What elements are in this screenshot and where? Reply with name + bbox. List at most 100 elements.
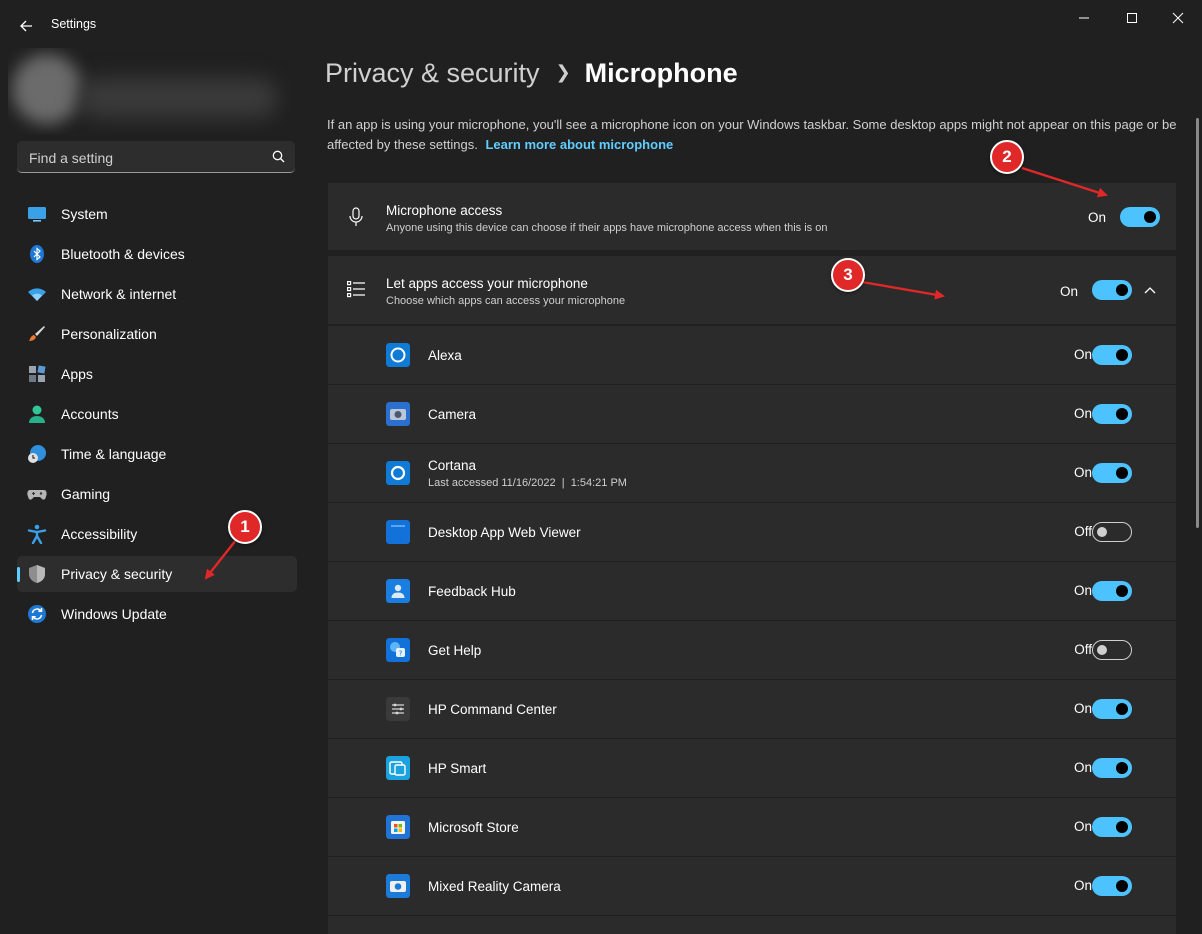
minimize-button[interactable] <box>1072 8 1096 28</box>
feedback-hub-toggle[interactable] <box>1092 581 1132 601</box>
feedback-hub-icon <box>386 579 410 603</box>
page-title: Microphone <box>584 58 738 88</box>
get-help-toggle[interactable] <box>1092 640 1132 660</box>
app-name: Feedback Hub <box>428 584 516 599</box>
let-apps-state: On <box>1059 284 1078 299</box>
alexa-icon <box>386 343 410 367</box>
search-icon[interactable] <box>272 150 285 163</box>
app-state: On <box>1073 347 1092 362</box>
scrollbar-thumb[interactable] <box>1196 118 1199 528</box>
cortana-icon <box>386 461 410 485</box>
monitor-icon <box>28 207 46 222</box>
app-name: Mixed Reality Camera <box>428 879 561 894</box>
sidebar-item-label: Personalization <box>61 326 157 342</box>
microsoft-store-toggle[interactable] <box>1092 817 1132 837</box>
chevron-up-icon[interactable] <box>1144 286 1156 294</box>
app-row-camera: Camera On <box>328 385 1176 443</box>
list-icon <box>347 281 365 298</box>
update-icon <box>28 605 46 623</box>
user-profile[interactable] <box>8 48 290 134</box>
app-row-cortana: Cortana Last accessed 11/16/2022 | 1:54:… <box>328 444 1176 502</box>
microphone-access-state: On <box>1087 210 1106 225</box>
app-row-desktop-app-web-viewer: Desktop App Web Viewer Off <box>328 503 1176 561</box>
desktop-app-web-viewer-toggle[interactable] <box>1092 522 1132 542</box>
store-icon <box>386 815 410 839</box>
wifi-icon <box>28 288 46 301</box>
sidebar-item-time-language[interactable]: Time & language <box>17 436 297 472</box>
app-title: Settings <box>51 17 97 31</box>
sidebar-item-accounts[interactable]: Accounts <box>17 396 297 432</box>
app-state: On <box>1073 583 1092 598</box>
search-box[interactable] <box>17 141 295 174</box>
title-bar: Settings <box>0 0 1202 50</box>
let-apps-toggle[interactable] <box>1092 280 1132 300</box>
sidebar-item-gaming[interactable]: Gaming <box>17 476 297 512</box>
app-name: Desktop App Web Viewer <box>428 525 581 540</box>
sidebar-item-label: Privacy & security <box>61 566 173 582</box>
app-name: Get Help <box>428 643 482 658</box>
accessibility-icon <box>27 524 47 544</box>
annotation-badge-1: 1 <box>228 510 262 544</box>
back-button[interactable] <box>14 14 38 38</box>
hp-smart-icon <box>386 756 410 780</box>
sidebar-item-label: System <box>61 206 108 222</box>
hp-command-center-toggle[interactable] <box>1092 699 1132 719</box>
microphone-access-subtitle: Anyone using this device can choose if t… <box>386 222 828 234</box>
app-name: HP Smart <box>428 761 487 776</box>
app-row-microsoft-store: Microsoft Store On <box>328 798 1176 856</box>
alexa-toggle[interactable] <box>1092 345 1132 365</box>
hp-smart-toggle[interactable] <box>1092 758 1132 778</box>
microphone-access-title: Microphone access <box>386 203 503 218</box>
app-row-hp-smart: HP Smart On <box>328 739 1176 797</box>
app-state: On <box>1073 878 1092 893</box>
app-state: On <box>1073 406 1092 421</box>
close-button[interactable] <box>1166 8 1190 28</box>
app-state: On <box>1073 819 1092 834</box>
app-state: Off <box>1074 524 1092 539</box>
microphone-access-card: Microphone access Anyone using this devi… <box>328 183 1176 250</box>
minimize-icon <box>1079 17 1089 19</box>
camera-icon <box>386 402 410 426</box>
app-state: On <box>1073 760 1092 775</box>
apps-icon <box>29 365 46 382</box>
mixed-reality-camera-toggle[interactable] <box>1092 876 1132 896</box>
annotation-badge-3: 3 <box>831 258 865 292</box>
paintbrush-icon <box>29 326 45 341</box>
sidebar-item-label: Network & internet <box>61 286 177 302</box>
sidebar-item-bluetooth[interactable]: Bluetooth & devices <box>17 236 297 272</box>
sidebar-item-personalization[interactable]: Personalization <box>17 316 297 352</box>
microphone-access-toggle[interactable] <box>1120 207 1160 227</box>
breadcrumb-parent[interactable]: Privacy & security <box>325 58 540 88</box>
sidebar-nav: System Bluetooth & devices Network & int… <box>17 196 297 636</box>
sidebar-item-network[interactable]: Network & internet <box>17 276 297 312</box>
search-input[interactable] <box>27 141 261 174</box>
learn-more-link[interactable]: Learn more about microphone <box>485 137 673 152</box>
let-apps-subtitle: Choose which apps can access your microp… <box>386 295 626 307</box>
app-name: HP Command Center <box>428 702 557 717</box>
gamepad-icon <box>27 490 47 500</box>
app-row-alexa: Alexa On <box>328 326 1176 384</box>
sidebar-item-apps[interactable]: Apps <box>17 356 297 392</box>
camera-toggle[interactable] <box>1092 404 1132 424</box>
bluetooth-icon <box>30 245 44 263</box>
sidebar-item-system[interactable]: System <box>17 196 297 232</box>
app-row-partial <box>328 916 1176 934</box>
app-row-get-help: ? Get Help Off <box>328 621 1176 679</box>
annotation-badge-2: 2 <box>990 140 1024 174</box>
sidebar-item-label: Windows Update <box>61 606 167 622</box>
last-accessed: Last accessed 11/16/2022 | 1:54:21 PM <box>428 477 627 489</box>
account-name-blurred <box>78 78 278 118</box>
sidebar-item-privacy-security[interactable]: Privacy & security <box>17 556 297 592</box>
page-description: If an app is using your microphone, you'… <box>327 115 1177 155</box>
let-apps-access-card[interactable]: Let apps access your microphone Choose w… <box>328 256 1176 324</box>
cortana-toggle[interactable] <box>1092 463 1132 483</box>
app-name: Camera <box>428 407 477 422</box>
chevron-right-icon: ❯ <box>555 62 571 82</box>
mixed-reality-camera-icon <box>386 874 410 898</box>
avatar <box>12 54 82 124</box>
app-name: Microsoft Store <box>428 820 519 835</box>
sidebar-item-windows-update[interactable]: Windows Update <box>17 596 297 632</box>
maximize-button[interactable] <box>1120 8 1144 28</box>
maximize-icon <box>1127 13 1137 23</box>
back-arrow-icon <box>20 20 32 32</box>
